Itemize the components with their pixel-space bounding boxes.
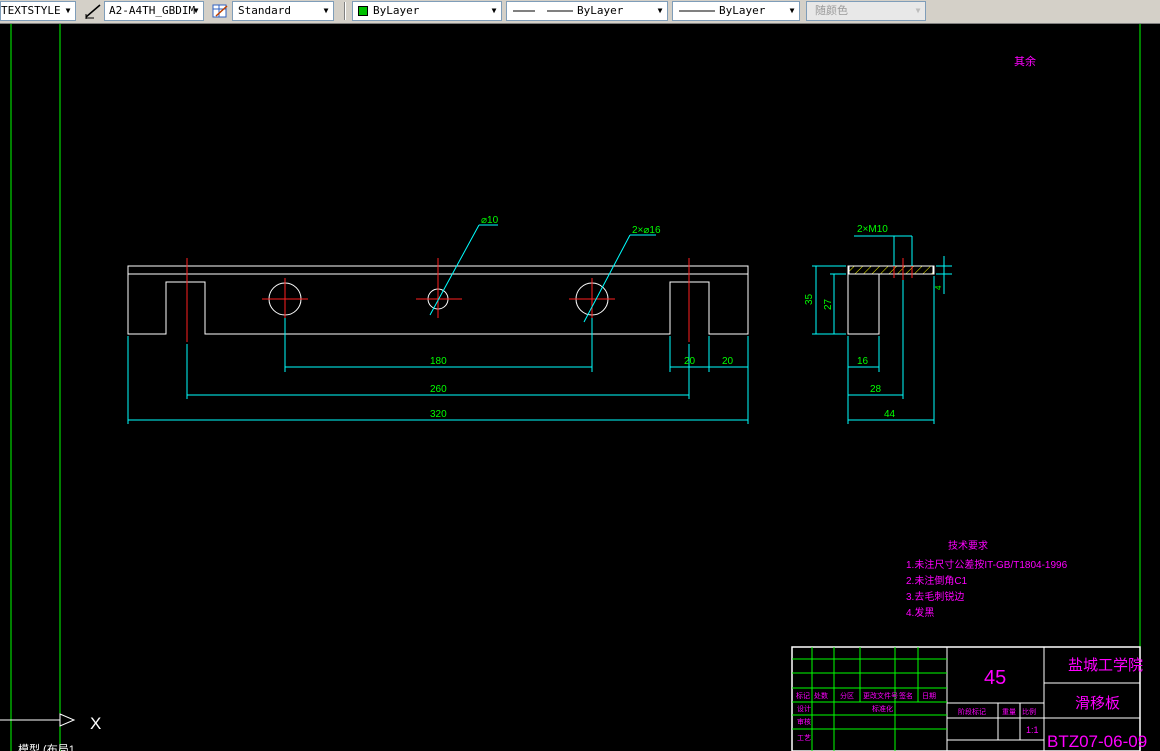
label-cell: 设计	[797, 704, 811, 713]
label-cell: 重量	[1002, 708, 1016, 716]
tech-req-item: 3.去毛刺锐边	[906, 590, 964, 603]
header-cell: 分区	[840, 691, 854, 700]
color-dropdown[interactable]: ByLayer ▼	[352, 1, 502, 21]
technical-requirements: 技术要求 1.未注尺寸公差按IT-GB/T1804-1996 2.未注倒角C1 …	[906, 539, 1068, 619]
chevron-down-icon: ▼	[789, 6, 795, 15]
table-style-value: Standard	[238, 4, 291, 17]
linetype-value: ByLayer	[577, 4, 624, 17]
dim-4: 4	[934, 285, 943, 290]
properties-toolbar: TEXTSTYLE ▼ A2-A4TH_GBDIM ▼ Standard ▼ B…	[0, 0, 1160, 24]
part-name: 滑移板	[1075, 694, 1120, 712]
dimension-style-icon[interactable]	[84, 2, 102, 20]
roughness-note: 其余	[1014, 54, 1036, 68]
color-value: ByLayer	[373, 4, 420, 17]
linetype-dropdown[interactable]: ByLayer ▼	[506, 1, 668, 21]
school-name: 盐城工学院	[1068, 656, 1143, 674]
chevron-down-icon: ▼	[915, 6, 921, 15]
color-swatch-icon	[358, 6, 368, 16]
sheet-border	[10, 24, 1141, 751]
tech-req-item: 2.未注倒角C1	[906, 574, 968, 587]
chevron-down-icon: ▼	[65, 6, 71, 15]
tech-req-item: 1.未注尺寸公差按IT-GB/T1804-1996	[906, 558, 1068, 571]
text-style-value: TEXTSTYLE	[1, 4, 61, 17]
dim-44: 44	[884, 409, 896, 420]
header-cell: 更改文件号	[863, 691, 898, 700]
dim-16: 16	[857, 356, 869, 367]
dim-260: 260	[430, 384, 447, 395]
table-style-dropdown[interactable]: Standard ▼	[232, 1, 334, 21]
dim-holes-side: 2×⌀16	[632, 225, 661, 236]
label-cell: 比例	[1022, 707, 1036, 716]
material-text: 45	[984, 667, 1006, 689]
dim-20b: 20	[722, 356, 734, 367]
dim-hole-center: ⌀10	[481, 215, 499, 226]
label-cell: 工艺	[797, 734, 811, 742]
side-view-outline	[847, 265, 935, 335]
header-cell: 标记	[796, 691, 810, 700]
drawing-canvas[interactable]: 其余 ⌀10 2×⌀16 180 20 20 260 320 2×M10 35 …	[0, 24, 1160, 751]
lineweight-dropdown[interactable]: ByLayer ▼	[672, 1, 800, 21]
layout-tab-fragment: 模型 (布局1	[18, 742, 75, 751]
table-style-icon[interactable]	[211, 2, 229, 20]
lineweight-value: ByLayer	[719, 4, 766, 17]
label-cell: 阶段标记	[958, 707, 986, 716]
chevron-down-icon: ▼	[657, 6, 663, 15]
dim-thread: 2×M10	[857, 224, 888, 235]
dim-28: 28	[870, 384, 882, 395]
toolbar-separator	[344, 2, 346, 20]
drawing-number: BTZ07-06-09	[1047, 732, 1147, 751]
header-cell: 处数	[814, 691, 828, 700]
tech-req-item: 4.发黑	[906, 606, 934, 619]
label-cell: 审核	[797, 717, 811, 726]
header-cell: 签名	[899, 691, 913, 700]
chevron-down-icon: ▼	[491, 6, 497, 15]
lineweight-line-icon	[679, 10, 715, 12]
tech-req-title: 技术要求	[948, 539, 988, 552]
dim-35: 35	[804, 293, 815, 305]
chevron-down-icon: ▼	[323, 6, 329, 15]
text-style-dropdown[interactable]: TEXTSTYLE ▼	[0, 1, 76, 21]
plot-style-value: 随颜色	[815, 4, 848, 17]
plot-style-dropdown[interactable]: 随颜色 ▼	[806, 1, 926, 21]
scale-value: 1:1	[1026, 725, 1039, 735]
dim-style-dropdown[interactable]: A2-A4TH_GBDIM ▼	[104, 1, 204, 21]
label-cell: 标准化	[872, 704, 893, 713]
side-view-dimension-lines	[812, 235, 952, 424]
dim-180: 180	[430, 356, 447, 367]
dashed-linetype-icon	[513, 10, 573, 12]
dim-27: 27	[823, 298, 834, 310]
header-cell: 日期	[922, 692, 936, 700]
ucs-x-label: X	[90, 714, 101, 733]
title-block-headers: 标记 处数 分区 更改文件号 签名 日期 设计 审核 工艺 标准化 阶段标记 重…	[796, 691, 1036, 742]
chevron-down-icon: ▼	[193, 6, 199, 15]
dim-320: 320	[430, 409, 447, 420]
dim-20a: 20	[684, 356, 696, 367]
dim-style-value: A2-A4TH_GBDIM	[109, 4, 196, 17]
side-view-hatch	[848, 265, 934, 275]
